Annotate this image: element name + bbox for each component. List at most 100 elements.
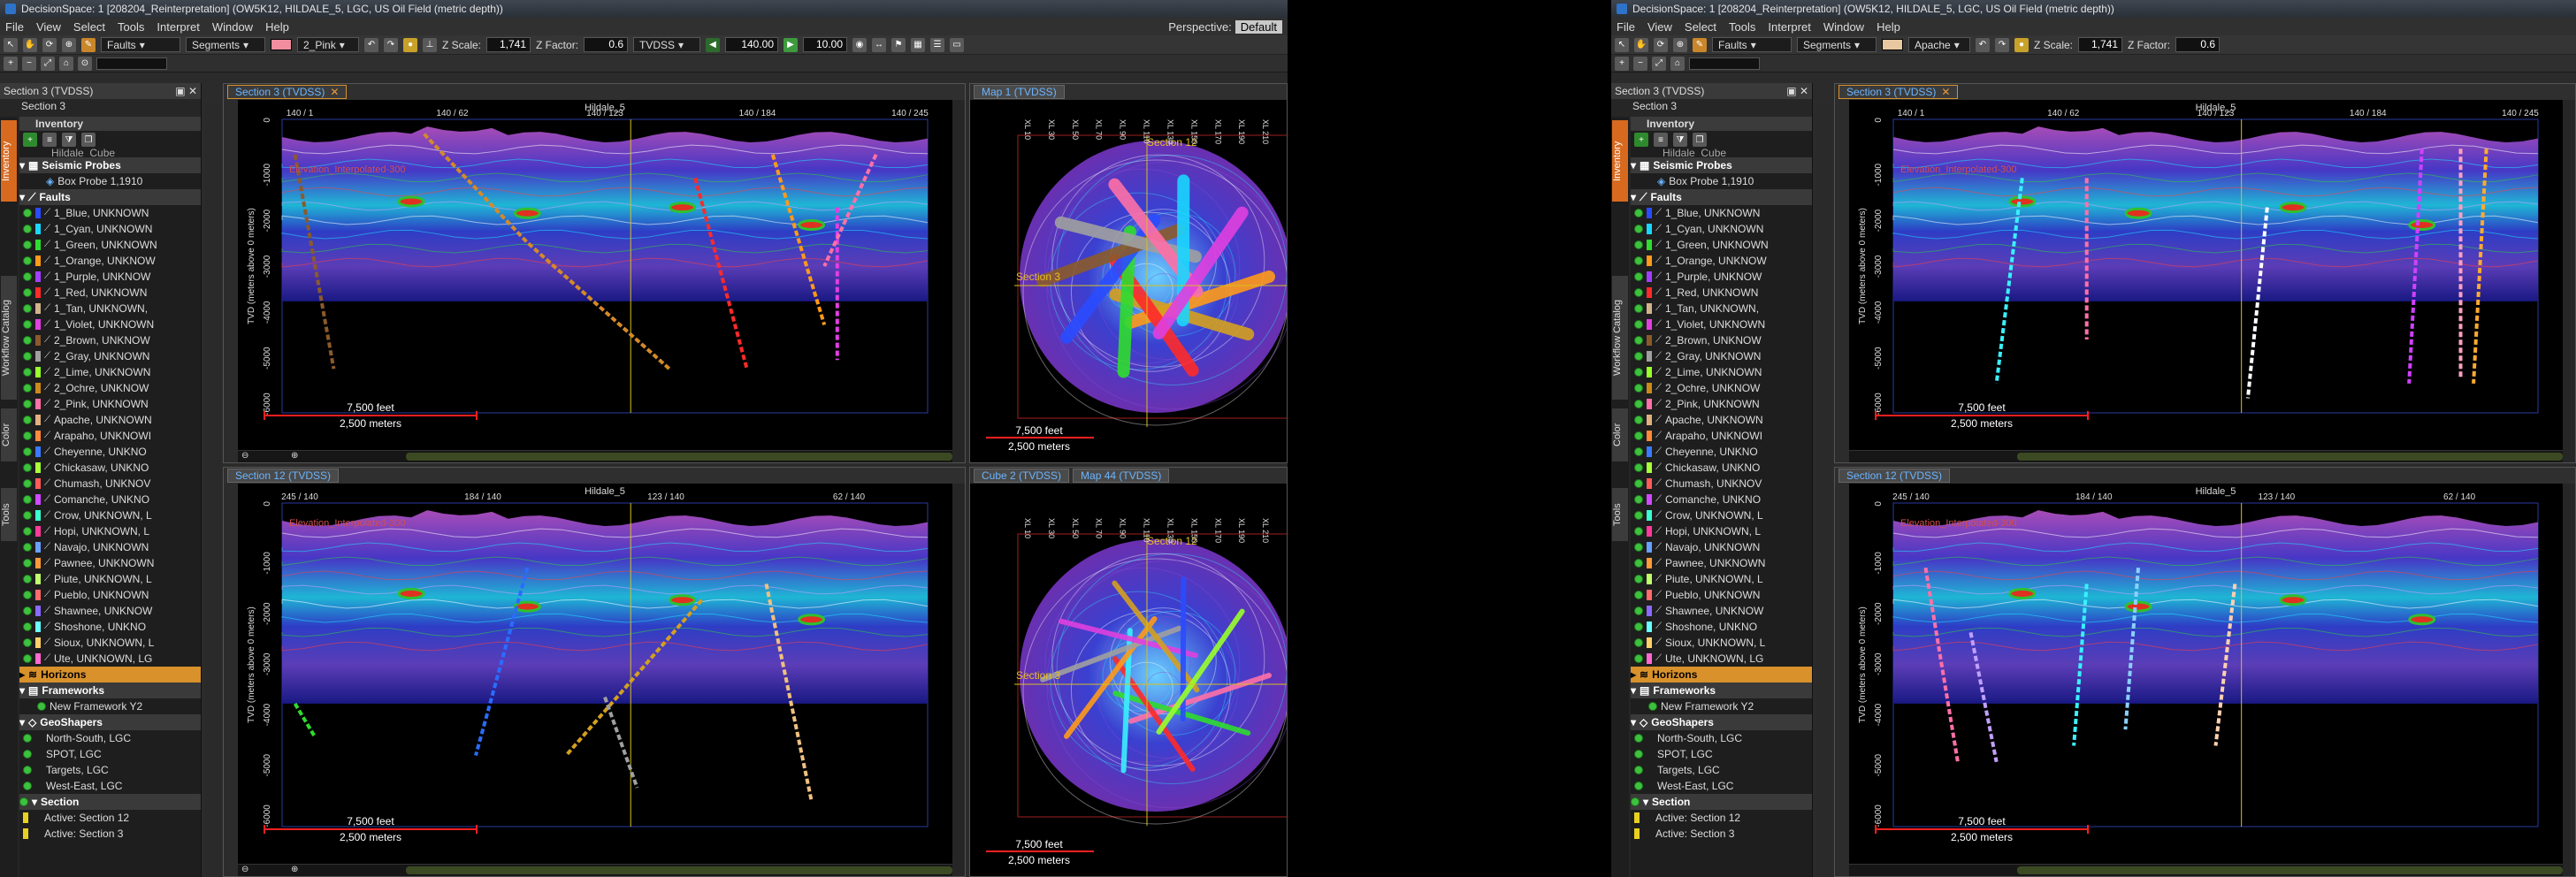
visibility-toggle[interactable] (1634, 272, 1643, 281)
tab-map1[interactable]: Map 1 (TVDSS) (974, 85, 1065, 99)
visibility-toggle[interactable] (1634, 575, 1643, 583)
tree-item-box-probe[interactable]: ◈ Box Probe 1,1910 (1631, 173, 1812, 189)
menu-view[interactable]: View (36, 20, 61, 34)
z-factor-input[interactable]: 0.6 (584, 37, 629, 52)
map1-viewer[interactable]: Map 1 (TVDSS) Section 12 Section 3 XL 10 XL… (969, 83, 1288, 463)
visibility-toggle[interactable] (23, 606, 32, 615)
horizontal-scroll[interactable] (406, 866, 952, 874)
visibility-toggle[interactable] (23, 225, 32, 233)
add-icon[interactable]: + (1634, 133, 1648, 147)
tab-inventory[interactable]: Inventory (1, 120, 17, 202)
copy-icon[interactable]: ❐ (1693, 133, 1707, 147)
tab-tools[interactable]: Tools (1612, 488, 1628, 541)
tree-item-fault[interactable]: ⟋ 1_Cyan, UNKNOWN (19, 221, 201, 237)
tree-item-fault[interactable]: ⟋ Ute, UNKNOWN, LG (1631, 651, 1812, 667)
tree-item-fault[interactable]: ⟋ 1_Green, UNKNOWN (19, 237, 201, 253)
light-icon[interactable]: ● (2014, 37, 2029, 52)
visibility-toggle[interactable] (1631, 797, 1640, 806)
zoom-icon[interactable]: ⊕ (62, 37, 76, 52)
map1-svg[interactable]: Section 12Section 3XL 10 XL 30 XL 50 XL 70 X… (970, 100, 1287, 462)
visibility-toggle[interactable] (1634, 606, 1643, 615)
menu-help[interactable]: Help (1877, 20, 1900, 34)
visibility-toggle[interactable] (23, 384, 32, 393)
zoom-out-icon[interactable]: − (1633, 56, 1647, 71)
expand-icon[interactable]: ▾ (1631, 157, 1636, 173)
expand-icon[interactable]: ▾ (19, 714, 25, 730)
visibility-toggle[interactable] (1634, 543, 1643, 552)
menu-file[interactable]: File (5, 20, 24, 34)
tree-item-section[interactable]: Active: Section 12 (1631, 810, 1812, 826)
pick-dropdown[interactable]: 2_Pink ▾ (297, 37, 359, 52)
tab-section12[interactable]: Section 12 (TVDSS) (1838, 469, 1951, 483)
tree-item-fault[interactable]: ⟋ Pueblo, UNKNOWN (1631, 587, 1812, 603)
tree-item-fault[interactable]: ⟋ 1_Purple, UNKNOW (1631, 269, 1812, 285)
tree-item-fault[interactable]: ⟋ 1_Red, UNKNOWN (1631, 285, 1812, 301)
visibility-toggle[interactable] (1634, 591, 1643, 599)
tree-item-fault[interactable]: ⟋ 2_Gray, UNKNOWN (1631, 348, 1812, 364)
section-canvas[interactable]: Hildale_5 245 / 140 184 / 140 123 / 140 62 /… (238, 484, 952, 876)
horizontal-scroll[interactable] (2017, 453, 2563, 461)
rotate-icon[interactable]: ⟳ (42, 37, 57, 52)
tree-group-horizons[interactable]: ▸ ≋ Horizons (19, 667, 201, 683)
visibility-toggle[interactable] (23, 591, 32, 599)
expand-icon[interactable]: ▾ (1643, 794, 1648, 810)
visibility-toggle[interactable] (23, 463, 32, 472)
tree-group-faults[interactable]: ▾ ⟋ Faults (1631, 189, 1812, 205)
undo-icon[interactable]: ↶ (1976, 37, 1990, 52)
tab-map44[interactable]: Map 44 (TVDSS) (1073, 469, 1170, 483)
time-step-input[interactable]: 140.00 (725, 37, 779, 52)
tab-cube2[interactable]: Cube 2 (TVDSS) (974, 469, 1070, 483)
tree-item-fault[interactable]: ⟋ Arapaho, UNKNOWI (19, 428, 201, 444)
tree-item-fault[interactable]: ⟋ Apache, UNKNOWN (19, 412, 201, 428)
home-icon[interactable]: ⌂ (59, 56, 73, 71)
tree-item-fault[interactable]: ⟋ Pueblo, UNKNOWN (19, 587, 201, 603)
expand-icon[interactable]: ▾ (1631, 189, 1636, 205)
visibility-toggle[interactable] (23, 272, 32, 281)
panel-controls-icon[interactable]: ▣ ✕ (175, 85, 197, 97)
tree-item-fault[interactable]: ⟋ 1_Purple, UNKNOW (19, 269, 201, 285)
tree-item-fault[interactable]: ⟋ 2_Gray, UNKNOWN (19, 348, 201, 364)
expand-icon[interactable]: ▸ (1631, 667, 1636, 683)
section12-viewer[interactable]: Section 12 (TVDSS) Hildale_5 245 / 140 184… (223, 467, 966, 877)
tree-item-fault[interactable]: ⟋ 1_Cyan, UNKNOWN (1631, 221, 1812, 237)
tree-item-fault[interactable]: ⟋ 2_Lime, UNKNOWN (1631, 364, 1812, 380)
tree-item-fault[interactable]: ⟋ Chickasaw, UNKNO (1631, 460, 1812, 476)
tree-item-fault[interactable]: ⟋ Sioux, UNKNOWN, L (1631, 635, 1812, 651)
visibility-toggle[interactable] (23, 750, 32, 759)
tree-item-fault[interactable]: ⟋ Arapaho, UNKNOWI (1631, 428, 1812, 444)
pointer-icon[interactable]: ↖ (4, 37, 18, 52)
visibility-toggle[interactable] (1634, 431, 1643, 440)
visibility-toggle[interactable] (1634, 511, 1643, 520)
tree-item-fault[interactable]: ⟋ 2_Pink, UNKNOWN (1631, 396, 1812, 412)
visibility-toggle[interactable] (23, 638, 32, 647)
tree-item-fault[interactable]: ⟋ 1_Violet, UNKNOWN (1631, 316, 1812, 332)
tree-item-geoshaper[interactable]: SPOT, LGC (19, 746, 201, 762)
visibility-toggle[interactable] (1634, 400, 1643, 408)
tree-item-fault[interactable]: ⟋ 1_Red, UNKNOWN (19, 285, 201, 301)
layers-icon[interactable]: ☰ (930, 37, 945, 52)
visibility-toggle[interactable] (1634, 240, 1643, 249)
pencil-icon[interactable]: ✎ (1693, 37, 1707, 52)
expand-icon[interactable]: ▸ (19, 667, 25, 683)
visibility-toggle[interactable] (23, 256, 32, 265)
pick-color-swatch[interactable] (271, 39, 292, 50)
tab-section12[interactable]: Section 12 (TVDSS) (227, 469, 340, 483)
tree-item-fault[interactable]: ⟋ Piute, UNKNOWN, L (1631, 571, 1812, 587)
perspective-select[interactable]: Default (1234, 19, 1282, 34)
tree-item-partial[interactable]: Hildale_Cube (1631, 149, 1812, 157)
tab-workflow-catalog[interactable]: Workflow Catalog (1612, 276, 1628, 400)
visibility-toggle[interactable] (1634, 527, 1643, 536)
visibility-toggle[interactable] (1634, 463, 1643, 472)
tree-item-fault[interactable]: ⟋ 1_Orange, UNKNOW (1631, 253, 1812, 269)
visibility-toggle[interactable] (23, 336, 32, 345)
tree-item-fault[interactable]: ⟋ Shawnee, UNKNOW (1631, 603, 1812, 619)
tree-item-section[interactable]: Active: Section 3 (19, 826, 201, 842)
faults-dropdown[interactable]: Faults ▾ (1712, 37, 1792, 52)
fit-icon[interactable]: ⤢ (1652, 56, 1666, 71)
zoom-out-icon[interactable]: ⊖ (241, 865, 248, 874)
menu-tools[interactable]: Tools (118, 20, 144, 34)
visibility-toggle[interactable] (1634, 638, 1643, 647)
close-icon[interactable]: ✕ (330, 86, 339, 98)
visibility-toggle[interactable] (23, 766, 32, 774)
tree-item-fault[interactable]: ⟋ 1_Violet, UNKNOWN (19, 316, 201, 332)
